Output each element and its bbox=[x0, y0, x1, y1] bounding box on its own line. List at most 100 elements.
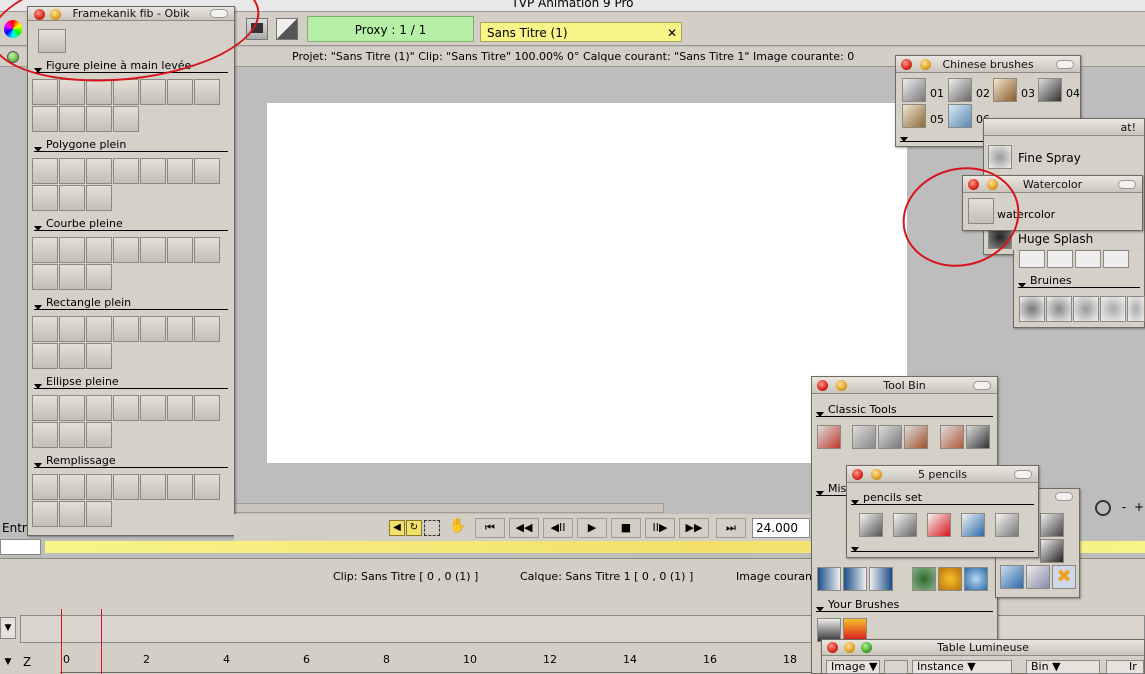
brush-slot-button[interactable] bbox=[59, 474, 85, 500]
zoom-dot[interactable] bbox=[861, 642, 872, 653]
last-frame-button[interactable]: ⏭ bbox=[716, 518, 746, 538]
brush-slot-button[interactable] bbox=[59, 343, 85, 369]
brush-slot-button[interactable] bbox=[59, 158, 85, 184]
brush-slot-button[interactable] bbox=[86, 79, 112, 105]
zoom-out-button[interactable]: - bbox=[1117, 500, 1131, 516]
section-your-brushes[interactable]: Your Brushes bbox=[816, 598, 993, 612]
column-blank-cell[interactable] bbox=[884, 660, 908, 674]
section-classic-tools[interactable]: Classic Tools bbox=[816, 403, 993, 417]
section-courbe-pleine[interactable]: Courbe pleine bbox=[34, 217, 228, 231]
brush-slot-button[interactable] bbox=[32, 264, 58, 290]
frame-ruler[interactable]: 0 2 4 6 8 10 12 14 16 18 bbox=[60, 653, 820, 673]
brush-slot-button[interactable] bbox=[167, 474, 193, 500]
splat-icon-b[interactable] bbox=[1047, 250, 1073, 268]
cross-tool-icon[interactable]: ✖ bbox=[1052, 565, 1076, 589]
table-lumineuse-title-bar[interactable]: Table Lumineuse bbox=[822, 640, 1144, 656]
bruine-icon-4[interactable] bbox=[1100, 296, 1126, 322]
brush-slot-button[interactable] bbox=[59, 316, 85, 342]
brush-slot-button[interactable] bbox=[167, 237, 193, 263]
brush-slot-button[interactable] bbox=[113, 237, 139, 263]
brush-slot-button[interactable] bbox=[32, 474, 58, 500]
brush-slot-button[interactable] bbox=[167, 158, 193, 184]
collapse-pill[interactable] bbox=[973, 381, 991, 390]
brush-slot-button[interactable] bbox=[86, 185, 112, 211]
brush-slot-button[interactable] bbox=[194, 237, 220, 263]
brush-slot-button[interactable] bbox=[86, 395, 112, 421]
brush-slot-button[interactable] bbox=[32, 237, 58, 263]
brush-slot-button[interactable] bbox=[86, 422, 112, 448]
classic-tool-1[interactable] bbox=[817, 425, 841, 449]
first-frame-button[interactable]: ⏮ bbox=[475, 518, 505, 538]
brush-slot-button[interactable] bbox=[32, 501, 58, 527]
close-icon[interactable]: ✕ bbox=[667, 23, 677, 43]
collapse-pill[interactable] bbox=[1118, 180, 1136, 189]
bruine-icon-1[interactable] bbox=[1019, 296, 1045, 322]
bruine-icon-5[interactable] bbox=[1127, 296, 1145, 322]
brush-02-icon[interactable] bbox=[948, 78, 972, 102]
gradient-tool-1[interactable] bbox=[817, 567, 841, 591]
bruine-icon-3[interactable] bbox=[1073, 296, 1099, 322]
ruler-dropdown[interactable]: ▼ bbox=[0, 653, 16, 671]
classic-tool-5[interactable] bbox=[940, 425, 964, 449]
brush-slot-button[interactable] bbox=[194, 316, 220, 342]
brush-slot-button[interactable] bbox=[59, 264, 85, 290]
classic-tool-3[interactable] bbox=[878, 425, 902, 449]
brush-slot-button[interactable] bbox=[32, 395, 58, 421]
brush-slot-button[interactable] bbox=[113, 106, 139, 132]
brush-slot-button[interactable] bbox=[194, 158, 220, 184]
loop-icon[interactable]: ↻ bbox=[406, 520, 422, 536]
minimize-dot[interactable] bbox=[871, 469, 882, 480]
tool-bin-title-bar[interactable]: Tool Bin bbox=[812, 377, 997, 394]
brush-slot-button[interactable] bbox=[59, 79, 85, 105]
section-mis[interactable]: Mis bbox=[816, 482, 847, 496]
brush-slot-button[interactable] bbox=[194, 474, 220, 500]
pencils-footer[interactable] bbox=[851, 538, 1034, 552]
collapse-pill[interactable] bbox=[1014, 470, 1032, 479]
bin-column-dropdown[interactable]: Bin ▼ bbox=[1026, 660, 1100, 674]
close-dot[interactable] bbox=[852, 469, 863, 480]
brush-slot-button[interactable] bbox=[86, 501, 112, 527]
sound-icon[interactable]: ◀ bbox=[389, 520, 405, 536]
brush-slot-button[interactable] bbox=[86, 106, 112, 132]
brush-slot-button[interactable] bbox=[59, 185, 85, 211]
brush-slot-button[interactable] bbox=[59, 106, 85, 132]
stop-button[interactable]: ■ bbox=[611, 518, 641, 538]
pencil-4-icon[interactable] bbox=[961, 513, 985, 537]
section-polygone-plein[interactable]: Polygone plein bbox=[34, 138, 228, 152]
brush-slot-button[interactable] bbox=[194, 79, 220, 105]
texture-tool-3[interactable] bbox=[964, 567, 988, 591]
fit-icon[interactable] bbox=[424, 520, 440, 536]
brush-slot-button[interactable] bbox=[32, 316, 58, 342]
brush-slot-button[interactable] bbox=[167, 395, 193, 421]
layer-dropdown[interactable]: ▼ bbox=[0, 617, 16, 639]
section-ellipse-pleine[interactable]: Ellipse pleine bbox=[34, 375, 228, 389]
collapse-pill[interactable] bbox=[1056, 60, 1074, 69]
brush-slot-button[interactable] bbox=[140, 158, 166, 184]
brush-slot-button[interactable] bbox=[86, 158, 112, 184]
brush-slot-button[interactable] bbox=[194, 395, 220, 421]
play-button[interactable]: ▶ bbox=[577, 518, 607, 538]
texture-tool-2[interactable] bbox=[938, 567, 962, 591]
section-rectangle-plein[interactable]: Rectangle plein bbox=[34, 296, 228, 310]
next-frame-button[interactable]: II▶ bbox=[645, 518, 675, 538]
close-dot[interactable] bbox=[827, 642, 838, 653]
classic-tool-6[interactable] bbox=[966, 425, 990, 449]
splat-icon-d[interactable] bbox=[1103, 250, 1129, 268]
bruine-icon-2[interactable] bbox=[1046, 296, 1072, 322]
pan-hand-icon[interactable]: ✋ bbox=[444, 518, 472, 538]
splat-title-bar[interactable]: at! bbox=[984, 119, 1144, 136]
instance-column-dropdown[interactable]: Instance ▼ bbox=[912, 660, 1012, 674]
rewind-button[interactable]: ◀◀ bbox=[509, 518, 539, 538]
pencil-5-icon[interactable] bbox=[995, 513, 1019, 537]
brush-slot-button[interactable] bbox=[32, 79, 58, 105]
pencil-2-icon[interactable] bbox=[893, 513, 917, 537]
misc-tool-3[interactable] bbox=[1000, 565, 1024, 589]
brush-slot-button[interactable] bbox=[140, 79, 166, 105]
fast-forward-button[interactable]: ▶▶ bbox=[679, 518, 709, 538]
brush-slot-button[interactable] bbox=[113, 316, 139, 342]
misc-tool-4[interactable] bbox=[1026, 565, 1050, 589]
brush-slot-button[interactable] bbox=[140, 237, 166, 263]
section-pencils-set[interactable]: pencils set bbox=[851, 491, 1034, 505]
close-dot[interactable] bbox=[901, 59, 912, 70]
brush-slot-button[interactable] bbox=[32, 106, 58, 132]
